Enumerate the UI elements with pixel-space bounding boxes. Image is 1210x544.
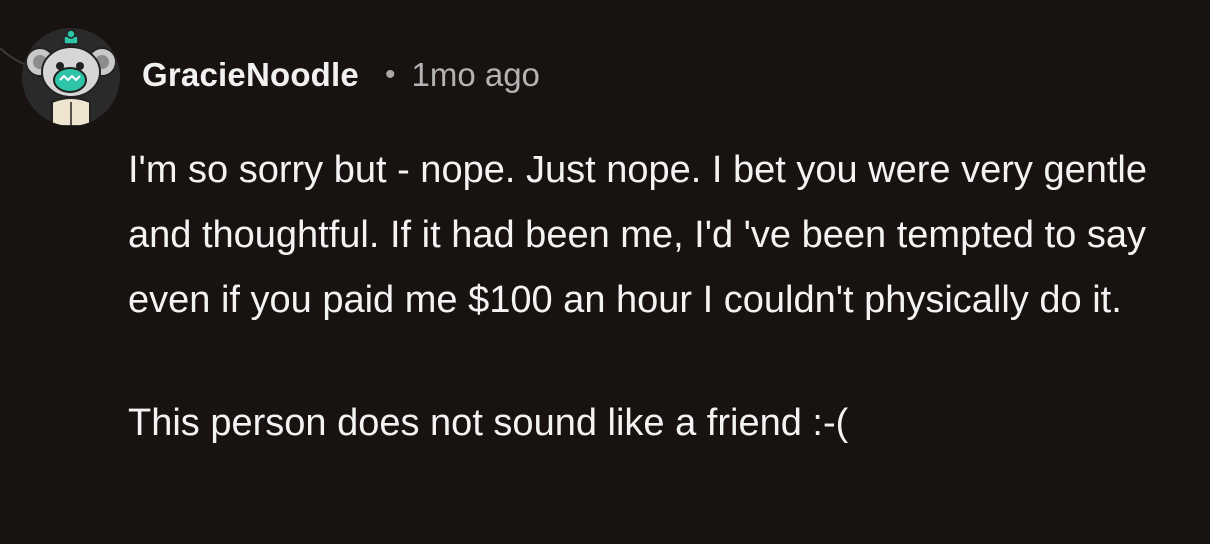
comment: GracieNoodle • 1mo ago I'm so sorry but …: [0, 0, 1210, 544]
separator-dot: •: [384, 58, 396, 91]
comment-body: I'm so sorry but - nope. Just nope. I be…: [128, 138, 1188, 456]
username-link[interactable]: GracieNoodle: [142, 56, 359, 94]
comment-header: GracieNoodle • 1mo ago: [142, 52, 540, 98]
koala-avatar-icon: [22, 28, 120, 126]
comment-paragraph: I'm so sorry but - nope. Just nope. I be…: [128, 149, 1147, 321]
comment-paragraph: This person does not sound like a friend…: [128, 402, 849, 444]
avatar[interactable]: [22, 28, 120, 126]
timestamp[interactable]: 1mo ago: [411, 56, 539, 94]
